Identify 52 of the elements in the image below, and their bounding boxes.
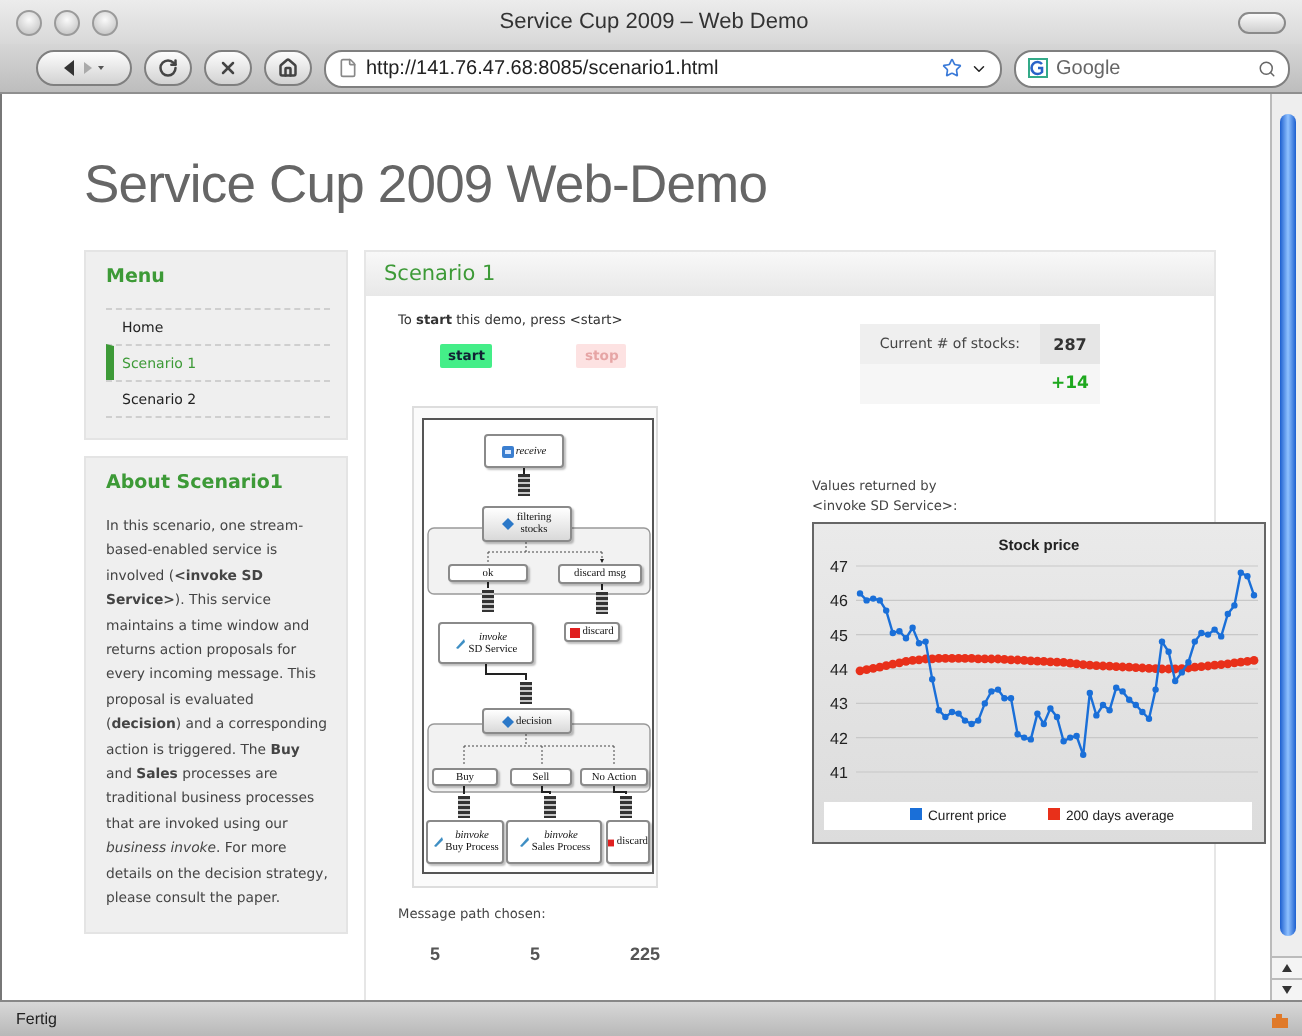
reload-button[interactable]: [144, 50, 192, 86]
panel-title: Menu: [106, 266, 167, 288]
home-icon: [278, 58, 298, 78]
panel-title: Scenario 1: [366, 252, 1214, 296]
axis-tick-label: 42: [830, 729, 848, 748]
back-forward-button[interactable]: [36, 50, 132, 86]
stat-value: 287: [1040, 324, 1100, 364]
panel-title: About Scenario1: [106, 472, 285, 494]
close-icon: [218, 58, 238, 78]
home-button[interactable]: [264, 50, 312, 86]
axis-tick-label: 47: [830, 558, 848, 576]
pen-icon: [454, 637, 467, 649]
message-icon: [501, 445, 514, 457]
search-field[interactable]: Google: [1014, 49, 1290, 87]
legend-swatch: [910, 808, 922, 820]
window-title: Service Cup 2009 – Web Demo: [497, 10, 811, 34]
legend-swatch: [1048, 808, 1060, 820]
scrollbar-thumb[interactable]: [1279, 114, 1295, 936]
scroll-up-button[interactable]: [1272, 956, 1302, 978]
path-count: 225: [630, 944, 663, 964]
axis-tick-label: 45: [830, 626, 848, 645]
status-text: Fertig: [16, 1010, 57, 1028]
down-arrow-icon: [1282, 986, 1292, 994]
scroll-down-button[interactable]: [1272, 978, 1302, 1000]
search-placeholder: Google: [1056, 57, 1123, 79]
path-count: 5: [430, 944, 443, 964]
search-engine-icon: [1028, 58, 1048, 78]
axis-tick-label: 44: [830, 661, 848, 679]
pen-icon: [517, 836, 530, 848]
stop-icon: [570, 627, 581, 637]
star-icon[interactable]: [942, 58, 962, 78]
page-icon: [338, 58, 358, 78]
stat-delta: +14: [1040, 364, 1100, 404]
address-text: http://141.76.47.68:8085/scenario1.html: [366, 57, 721, 79]
toolbar-toggle-button[interactable]: [1238, 11, 1286, 33]
path-count: 5: [530, 944, 543, 964]
axis-tick-label: 43: [830, 695, 848, 714]
minimize-button[interactable]: [54, 9, 80, 35]
puzzle-icon: [1270, 1009, 1290, 1029]
search-icon[interactable]: [1258, 59, 1276, 77]
stop-button[interactable]: [204, 50, 252, 86]
back-icon: [62, 60, 78, 76]
diamond-icon: [502, 715, 515, 727]
axis-tick-label: 41: [830, 764, 848, 782]
pen-icon: [431, 836, 444, 848]
axis-tick-label: 46: [830, 592, 848, 611]
reload-icon: [158, 58, 178, 78]
up-arrow-icon: [1282, 964, 1292, 972]
stop-icon: [608, 837, 615, 847]
address-field[interactable]: http://141.76.47.68:8085/scenario1.html: [324, 49, 1002, 87]
page-heading: Service Cup 2009 Web-Demo: [84, 152, 770, 216]
forward-icon: [78, 60, 106, 76]
